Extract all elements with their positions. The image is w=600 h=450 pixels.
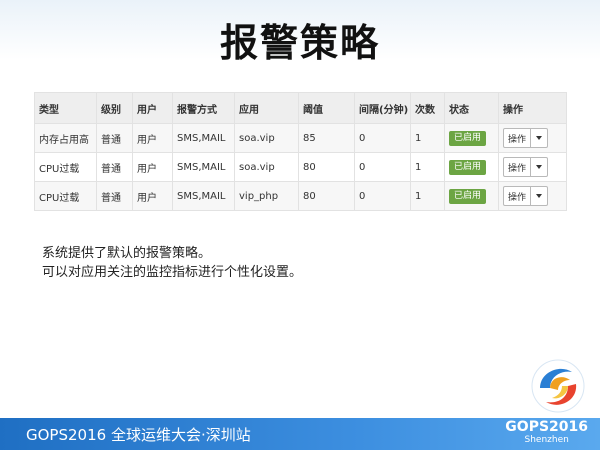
- description-text: 系统提供了默认的报警策略。 可以对应用关注的监控指标进行个性化设置。: [42, 244, 302, 282]
- cell-level: 普通: [96, 181, 133, 211]
- footer-brand: GOPS2016 Shenzhen: [505, 419, 588, 446]
- cell-level: 普通: [96, 152, 133, 182]
- cell-count: 1: [410, 152, 445, 182]
- chevron-down-icon: [536, 165, 543, 169]
- description-line: 系统提供了默认的报警策略。: [42, 246, 212, 261]
- column-header-type: 类型: [34, 92, 97, 124]
- action-button[interactable]: 操作: [504, 129, 530, 147]
- cell-method: SMS,MAIL: [172, 123, 235, 153]
- table-row: CPU过载 普通 用户 SMS,MAIL vip_php 80 0 1 已启用 …: [34, 181, 567, 211]
- alert-policy-table-container: 类型 级别 用户 报警方式 应用 阈值 间隔(分钟) 次数 状态 操作 内存占用…: [34, 92, 567, 211]
- cell-type: CPU过载: [34, 181, 97, 211]
- cell-action: 操作: [498, 152, 567, 182]
- action-dropdown-toggle[interactable]: [530, 129, 547, 147]
- column-header-level: 级别: [96, 92, 133, 124]
- column-header-user: 用户: [132, 92, 173, 124]
- status-badge: 已启用: [449, 188, 487, 204]
- status-badge: 已启用: [449, 130, 487, 146]
- action-button-group: 操作: [503, 128, 549, 148]
- slide-title: 报警策略: [219, 21, 380, 65]
- footer-brand-city: Shenzhen: [524, 435, 569, 445]
- cell-count: 1: [410, 123, 445, 153]
- cell-status: 已启用: [444, 152, 499, 182]
- column-header-method: 报警方式: [172, 92, 235, 124]
- cell-user: 用户: [132, 123, 173, 153]
- cell-interval: 0: [354, 123, 411, 153]
- cell-status: 已启用: [444, 181, 499, 211]
- cell-threshold: 80: [298, 152, 355, 182]
- action-dropdown-toggle[interactable]: [530, 158, 547, 176]
- footer-event-title: GOPS2016 全球运维大会·深圳站: [26, 426, 251, 444]
- cell-type: CPU过载: [34, 152, 97, 182]
- chevron-down-icon: [536, 136, 543, 140]
- action-dropdown-toggle[interactable]: [530, 187, 547, 205]
- column-header-app: 应用: [234, 92, 299, 124]
- cell-threshold: 85: [298, 123, 355, 153]
- action-button[interactable]: 操作: [504, 158, 530, 176]
- column-header-status: 状态: [444, 92, 499, 124]
- cell-method: SMS,MAIL: [172, 181, 235, 211]
- cell-type: 内存占用高: [34, 123, 97, 153]
- cell-app: soa.vip: [234, 123, 299, 153]
- footer-brand-name: GOPS2016: [505, 419, 588, 435]
- action-button[interactable]: 操作: [504, 187, 530, 205]
- cell-interval: 0: [354, 152, 411, 182]
- column-header-count: 次数: [410, 92, 445, 124]
- gops-logo-icon: [531, 359, 585, 413]
- alert-policy-table: 类型 级别 用户 报警方式 应用 阈值 间隔(分钟) 次数 状态 操作 内存占用…: [34, 92, 567, 211]
- table-row: 内存占用高 普通 用户 SMS,MAIL soa.vip 85 0 1 已启用 …: [34, 123, 567, 153]
- cell-action: 操作: [498, 181, 567, 211]
- cell-threshold: 80: [298, 181, 355, 211]
- column-header-threshold: 阈值: [298, 92, 355, 124]
- cell-app: soa.vip: [234, 152, 299, 182]
- column-header-interval: 间隔(分钟): [354, 92, 411, 124]
- column-header-action: 操作: [498, 92, 567, 124]
- chevron-down-icon: [536, 194, 543, 198]
- cell-level: 普通: [96, 123, 133, 153]
- cell-user: 用户: [132, 181, 173, 211]
- cell-user: 用户: [132, 152, 173, 182]
- cell-method: SMS,MAIL: [172, 152, 235, 182]
- cell-status: 已启用: [444, 123, 499, 153]
- action-button-group: 操作: [503, 186, 549, 206]
- table-row: CPU过载 普通 用户 SMS,MAIL soa.vip 80 0 1 已启用 …: [34, 152, 567, 182]
- table-header-row: 类型 级别 用户 报警方式 应用 阈值 间隔(分钟) 次数 状态 操作: [34, 92, 567, 124]
- cell-app: vip_php: [234, 181, 299, 211]
- cell-action: 操作: [498, 123, 567, 153]
- description-line: 可以对应用关注的监控指标进行个性化设置。: [42, 265, 303, 280]
- status-badge: 已启用: [449, 159, 487, 175]
- action-button-group: 操作: [503, 157, 549, 177]
- cell-count: 1: [410, 181, 445, 211]
- footer-bar: GOPS2016 全球运维大会·深圳站 GOPS2016 Shenzhen: [0, 418, 600, 450]
- cell-interval: 0: [354, 181, 411, 211]
